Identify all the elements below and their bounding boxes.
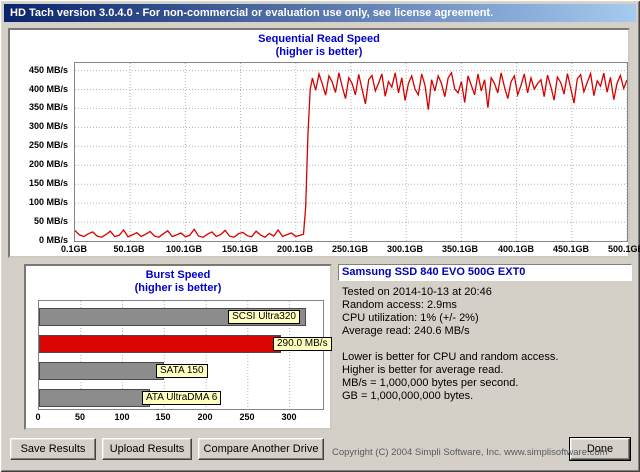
y-axis-tick: 250 MB/s	[28, 140, 68, 150]
info-line: Tested on 2014-10-13 at 20:46	[342, 286, 492, 298]
burst-bar-3	[39, 389, 150, 407]
hdtach-window: HD Tach version 3.0.4.0 - For non-commer…	[0, 0, 640, 472]
save-results-button[interactable]: Save Results	[10, 438, 96, 460]
burst-axis-tick: 50	[74, 412, 85, 422]
y-axis-tick: 50 MB/s	[33, 216, 68, 226]
compare-another-drive-button[interactable]: Compare Another Drive	[198, 438, 324, 460]
x-axis-tick: 450.1GB	[552, 244, 590, 254]
read-chart-subtitle: (higher is better)	[275, 46, 363, 58]
y-axis-tick: 400 MB/s	[28, 84, 68, 94]
y-axis-tick: 450 MB/s	[28, 65, 68, 75]
burst-bar-label: ATA UltraDMA 6	[142, 391, 222, 405]
x-axis-tick: 0.1GB	[60, 244, 87, 254]
info-line: Random access: 2.9ms	[342, 299, 457, 311]
info-line: Higher is better for average read.	[342, 364, 504, 376]
y-axis-tick: 200 MB/s	[28, 159, 68, 169]
burst-axis-tick: 150	[155, 412, 171, 422]
burst-speed-plot: SCSI Ultra320 290.0 MB/s SATA 150 ATA Ultra…	[38, 300, 332, 410]
burst-chart-title: Burst Speed	[145, 269, 211, 281]
burst-axis-tick: 0	[35, 412, 41, 422]
test-info: Tested on 2014-10-13 at 20:46 Random acce…	[342, 286, 634, 403]
window-title: HD Tach version 3.0.4.0 - For non-commer…	[10, 7, 494, 19]
burst-bar-1	[39, 335, 281, 353]
y-axis-tick: 150 MB/s	[28, 178, 68, 188]
read-chart-title: Sequential Read Speed	[258, 33, 380, 45]
x-axis-tick: 100.1GB	[165, 244, 203, 254]
burst-bar-label: SATA 150	[156, 364, 208, 378]
x-axis-tick: 150.1GB	[221, 244, 259, 254]
burst-speed-panel: Burst Speed (higher is better) SCSI Ultr…	[24, 264, 332, 430]
info-line: Average read: 240.6 MB/s	[342, 325, 470, 337]
read-speed-chart-svg	[75, 63, 627, 241]
x-axis-tick: 500.1GB	[607, 244, 640, 254]
copyright-text: Copyright (C) 2004 Simpli Software, Inc.…	[332, 447, 608, 458]
y-axis-tick: 300 MB/s	[28, 121, 68, 131]
info-line	[342, 338, 634, 351]
y-axis-tick: 350 MB/s	[28, 102, 68, 112]
x-axis-tick: 250.1GB	[331, 244, 369, 254]
x-axis-tick: 400.1GB	[497, 244, 535, 254]
sequential-read-panel: Sequential Read Speed (higher is better)…	[8, 28, 640, 258]
x-axis-tick: 350.1GB	[441, 244, 479, 254]
drive-list-item[interactable]: Samsung SSD 840 EVO 500G EXT0	[338, 264, 632, 281]
info-line: Lower is better for CPU and random acces…	[342, 351, 559, 363]
upload-results-button[interactable]: Upload Results	[102, 438, 192, 460]
read-speed-plot	[74, 62, 628, 242]
read-speed-line	[75, 71, 627, 238]
burst-axis-tick: 300	[281, 412, 297, 422]
burst-bar-label: 290.0 MB/s	[273, 337, 332, 351]
x-axis-tick: 300.1GB	[386, 244, 424, 254]
info-line: CPU utilization: 1% (+/- 2%)	[342, 312, 479, 324]
burst-axis-tick: 250	[239, 412, 255, 422]
burst-axis-tick: 100	[114, 412, 130, 422]
titlebar[interactable]: HD Tach version 3.0.4.0 - For non-commer…	[4, 4, 636, 22]
burst-axis-tick: 200	[197, 412, 213, 422]
x-axis-tick: 50.1GB	[113, 244, 145, 254]
burst-bar-2	[39, 362, 164, 380]
burst-bar-label: SCSI Ultra320	[228, 310, 300, 324]
y-axis-tick: 100 MB/s	[28, 197, 68, 207]
drive-name: Samsung SSD 840 EVO 500G EXT0	[342, 266, 526, 278]
info-line: GB = 1,000,000,000 bytes.	[342, 390, 474, 402]
x-axis-tick: 200.1GB	[276, 244, 314, 254]
burst-chart-subtitle: (higher is better)	[134, 282, 222, 294]
info-line: MB/s = 1,000,000 bytes per second.	[342, 377, 519, 389]
